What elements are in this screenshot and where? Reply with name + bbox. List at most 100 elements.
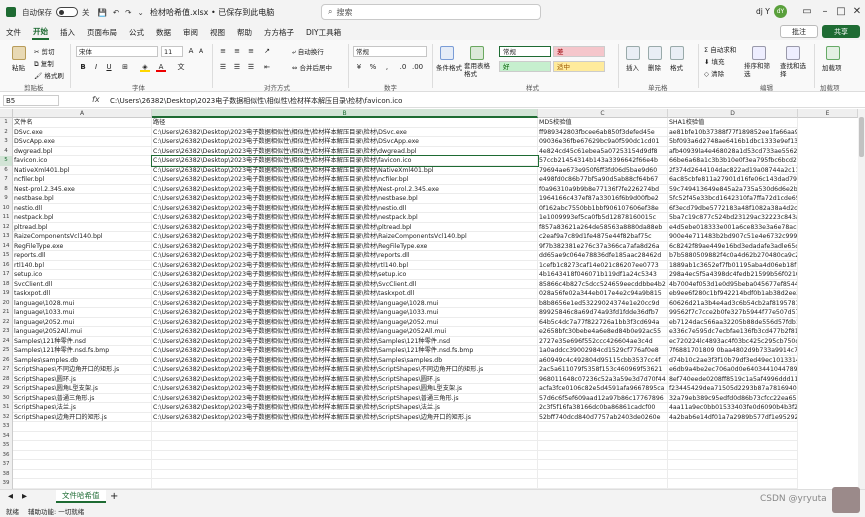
row-header[interactable]: 24: [0, 336, 13, 346]
copy-button[interactable]: ⧉ 复制: [34, 58, 54, 69]
table-cell[interactable]: 1e1009993ef5ca0fb5d12878160015c: [538, 213, 668, 223]
table-cell[interactable]: [538, 479, 668, 489]
table-cell[interactable]: language\1028.mui: [13, 298, 152, 308]
table-cell[interactable]: nestpack.bpl: [13, 213, 152, 223]
tab-file[interactable]: 文件: [5, 26, 22, 39]
row-header[interactable]: 34: [0, 431, 13, 441]
table-cell[interactable]: c2eaf9a7c89d1fe4875e44f82baf75c: [538, 232, 668, 242]
table-cell[interactable]: C:\Users\26382\Desktop\2023电子数据相似性\相似性\检…: [152, 222, 538, 232]
row-header[interactable]: 15: [0, 251, 13, 261]
table-cell[interactable]: C:\Users\26382\Desktop\2023电子数据相似性\相似性\检…: [152, 184, 538, 194]
table-cell[interactable]: C:\Users\26382\Desktop\2023电子数据相似性\相似性\检…: [152, 317, 538, 327]
table-cell[interactable]: 1a0addcc39002984cd1529cf776af0e8: [538, 346, 668, 356]
table-cell[interactable]: language\2052.mui: [13, 317, 152, 327]
font-color-icon[interactable]: A: [156, 62, 166, 72]
user-name[interactable]: dj Y: [756, 7, 770, 16]
table-cell[interactable]: e2658bfc30bebe4a6e8ed84b0e92ac55: [538, 327, 668, 337]
table-cell[interactable]: 2727e35e696f552ccc426604ae3c4d: [538, 336, 668, 346]
paste-icon[interactable]: [12, 46, 26, 60]
fill-button[interactable]: ⬇ 填充: [704, 56, 725, 66]
style-good[interactable]: 好: [499, 61, 551, 72]
column-header-c[interactable]: C: [538, 109, 668, 118]
align-top-icon[interactable]: ≡: [218, 46, 228, 56]
table-cell[interactable]: [13, 441, 152, 451]
table-cell[interactable]: pltread.bpl: [13, 222, 152, 232]
table-cell[interactable]: MD5校验值: [538, 118, 668, 128]
undo-icon[interactable]: ↶: [113, 8, 119, 17]
search-input[interactable]: ⌕ 搜索: [321, 4, 541, 20]
tab-review[interactable]: 审阅: [182, 26, 199, 39]
table-cell[interactable]: C:\Users\26382\Desktop\2023电子数据相似性\相似性\检…: [152, 298, 538, 308]
table-cell[interactable]: [13, 431, 152, 441]
font-size-select[interactable]: 11: [161, 46, 183, 57]
table-cell[interactable]: e336c7e595dc7ecbfae136fb3cd477b2f81bcd67: [668, 327, 798, 337]
table-cell[interactable]: C:\Users\26382\Desktop\2023电子数据相似性\相似性\检…: [152, 412, 538, 422]
table-cell[interactable]: [13, 460, 152, 470]
autosum-button[interactable]: Σ 自动求和: [704, 44, 736, 54]
table-cell[interactable]: 4b1643418f046071b119df1a24c5343: [538, 270, 668, 280]
number-format-select[interactable]: 常规: [353, 46, 427, 57]
table-cell[interactable]: 64b5c4dc7a77f822726a1bb3f3cd694a: [538, 317, 668, 327]
table-cell[interactable]: C:\Users\26382\Desktop\2023电子数据相似性\相似性\检…: [152, 279, 538, 289]
table-cell[interactable]: 9f7b382381e276c37a366ca7afa8d26a: [538, 241, 668, 251]
table-cell[interactable]: [13, 479, 152, 489]
find-select-button[interactable]: 查找和选择: [780, 62, 810, 78]
table-cell[interactable]: 1889ab1c3652ef7fb01195aba4d06eb18f1df4e6: [668, 260, 798, 270]
table-cell[interactable]: 4aa11a9ec0bb01533403fe0d6090b4b3f275949: [668, 403, 798, 413]
format-cells-button[interactable]: 格式: [670, 62, 683, 72]
table-cell[interactable]: [13, 469, 152, 479]
find-select-icon[interactable]: [786, 46, 800, 60]
table-cell[interactable]: 4a2bab6e14df01a7a2989b577df1e952927f83f8: [668, 412, 798, 422]
increase-decimal-icon[interactable]: .0: [398, 62, 408, 72]
row-header[interactable]: 36: [0, 450, 13, 460]
insert-function-icon[interactable]: fx: [92, 95, 100, 104]
table-cell[interactable]: language\1033.mui: [13, 308, 152, 318]
sort-filter-icon[interactable]: [752, 46, 766, 60]
table-cell[interactable]: ec720224lc4893ac4f03bc425c295cb750d86465: [668, 336, 798, 346]
table-cell[interactable]: 6f3ecd79dbe5772183a48f1082a38a4d2c43393: [668, 203, 798, 213]
row-header[interactable]: 16: [0, 260, 13, 270]
table-cell[interactable]: 4e824cd45c61ebea5a07253154d9df8: [538, 146, 668, 156]
table-cell[interactable]: afb40939la4e468028a1d53cd733ae55621183: [668, 146, 798, 156]
row-header[interactable]: 3: [0, 137, 13, 147]
table-cell[interactable]: 66be6a68a1c3b3b10e0f3ea795fbc6bcd20c6fb6: [668, 156, 798, 166]
tab-home[interactable]: 开始: [32, 25, 49, 40]
table-cell[interactable]: Samples\samples.db: [13, 355, 152, 365]
table-cell[interactable]: C:\Users\26382\Desktop\2023电子数据相似性\相似性\检…: [152, 232, 538, 242]
insert-cells-button[interactable]: 插入: [626, 62, 639, 72]
table-cell[interactable]: [13, 422, 152, 432]
table-cell[interactable]: d74b10c2ae3f3f10b79df3ed49ec101331427fc6: [668, 355, 798, 365]
fill-color-icon[interactable]: ◈: [140, 62, 150, 72]
table-cell[interactable]: 2c3f5f16fa38166dc0ba86861cadcf00: [538, 403, 668, 413]
row-header[interactable]: 2: [0, 127, 13, 137]
table-cell[interactable]: 0f162abc7550bb1bbf906107606ef38e: [538, 203, 668, 213]
insert-cells-icon[interactable]: [626, 46, 640, 60]
table-cell[interactable]: C:\Users\26382\Desktop\2023电子数据相似性\相似性\检…: [152, 175, 538, 185]
addins-button[interactable]: 加载项: [822, 62, 842, 72]
vertical-scrollbar[interactable]: [858, 109, 865, 489]
tab-data[interactable]: 数据: [155, 26, 172, 39]
table-cell[interactable]: [152, 450, 538, 460]
row-header[interactable]: 14: [0, 241, 13, 251]
cut-button[interactable]: ✂ 剪切: [34, 46, 55, 56]
table-cell[interactable]: b7b5880509882f4c0a4d62b270480ca9c21516fe: [668, 251, 798, 261]
table-cell[interactable]: C:\Users\26382\Desktop\2023电子数据相似性\相似性\检…: [152, 393, 538, 403]
table-cell[interactable]: RaizeComponentsVcl140.bpl: [13, 232, 152, 242]
table-cell[interactable]: [668, 431, 798, 441]
column-header-b[interactable]: B: [152, 109, 538, 118]
table-cell[interactable]: C:\Users\26382\Desktop\2023电子数据相似性\相似性\检…: [152, 165, 538, 175]
tab-fangfangezi[interactable]: 方方格子: [263, 26, 295, 39]
row-header[interactable]: 18: [0, 279, 13, 289]
clear-button[interactable]: ◇ 清除: [704, 68, 724, 78]
table-cell[interactable]: setup.ico: [13, 270, 152, 280]
decrease-decimal-icon[interactable]: .00: [412, 62, 423, 72]
table-cell[interactable]: C:\Users\26382\Desktop\2023电子数据相似性\相似性\检…: [152, 355, 538, 365]
table-cell[interactable]: [152, 441, 538, 451]
wrap-text-button[interactable]: ⤶ 自动换行: [292, 46, 324, 57]
row-header[interactable]: 38: [0, 469, 13, 479]
table-cell[interactable]: acfa3fce0106c82e5d4591afa9667895ca: [538, 384, 668, 394]
style-normal[interactable]: 常规: [499, 46, 551, 57]
tab-insert[interactable]: 插入: [59, 26, 76, 39]
minimize-icon[interactable]: –: [818, 4, 832, 18]
table-cell[interactable]: C:\Users\26382\Desktop\2023电子数据相似性\相似性\检…: [152, 270, 538, 280]
